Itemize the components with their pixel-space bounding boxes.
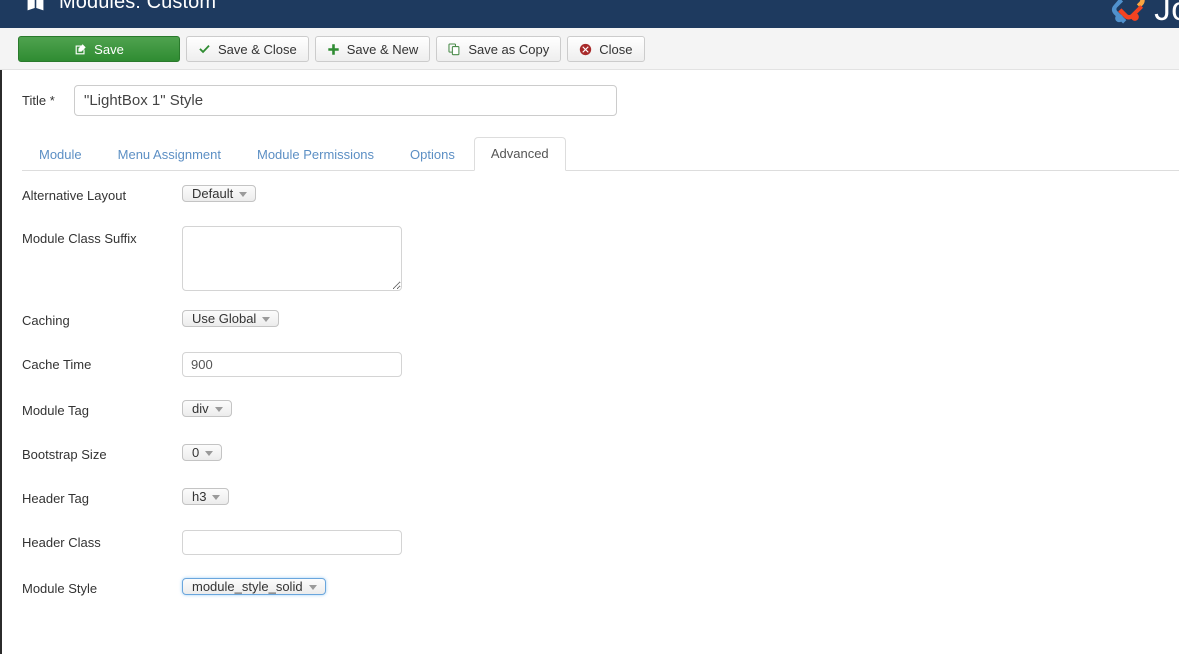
- caching-control: Use Global: [182, 308, 279, 330]
- module-style-control: module_style_solid: [182, 576, 326, 598]
- module-class-suffix-textarea[interactable]: [182, 226, 402, 291]
- close-circle-icon: [579, 43, 592, 56]
- module-style-select[interactable]: module_style_solid: [182, 578, 326, 595]
- save-and-new-label: Save & New: [347, 43, 419, 56]
- bootstrap-size-select[interactable]: 0: [182, 444, 222, 461]
- save-and-new-button[interactable]: Save & New: [315, 36, 431, 62]
- module-tag-label: Module Tag: [2, 398, 182, 417]
- joomla-brand: Joo: [1106, 0, 1179, 28]
- tab-options[interactable]: Options: [393, 138, 472, 171]
- cache-time-label: Cache Time: [2, 352, 182, 371]
- joomla-wordmark: Joo: [1154, 0, 1179, 28]
- field-header-class: Header Class: [2, 530, 1179, 555]
- page-title: Modules: Custom: [59, 0, 216, 14]
- save-and-close-button[interactable]: Save & Close: [186, 36, 309, 62]
- alternative-layout-control: Default: [182, 183, 256, 205]
- field-module-tag: Module Tag div: [2, 398, 1179, 420]
- plus-icon: [327, 43, 340, 56]
- editor-toolbar: Save Save & Close Save & New: [0, 28, 1179, 70]
- save-button-label: Save: [94, 43, 124, 56]
- bootstrap-size-label: Bootstrap Size: [2, 442, 182, 461]
- close-button-label: Close: [599, 43, 632, 56]
- header-tag-control: h3: [182, 486, 229, 508]
- bootstrap-size-control: 0: [182, 442, 222, 464]
- field-module-style: Module Style module_style_solid: [2, 576, 1179, 598]
- module-tag-select[interactable]: div: [182, 400, 232, 417]
- cache-time-control: [182, 352, 402, 377]
- title-field-row: Title *: [22, 85, 617, 116]
- alternative-layout-label: Alternative Layout: [2, 183, 182, 202]
- joomla-logo-icon: [1106, 0, 1148, 28]
- editor-content: Title * Module Menu Assignment Module Pe…: [0, 70, 1179, 654]
- caching-select[interactable]: Use Global: [182, 310, 279, 327]
- caching-label: Caching: [2, 308, 182, 327]
- field-bootstrap-size: Bootstrap Size 0: [2, 442, 1179, 464]
- field-module-class-suffix: Module Class Suffix: [2, 226, 1179, 291]
- header-tag-label: Header Tag: [2, 486, 182, 505]
- tab-module-permissions[interactable]: Module Permissions: [240, 138, 391, 171]
- advanced-settings-form: Alternative Layout Default Module Class …: [2, 183, 1179, 598]
- edit-square-icon: [74, 43, 87, 56]
- header-brand-group: Modules: Custom: [26, 0, 216, 14]
- module-style-label: Module Style: [2, 576, 182, 595]
- joomla-module-edit-page: Modules: Custom Joo: [0, 0, 1179, 654]
- alternative-layout-select[interactable]: Default: [182, 185, 256, 202]
- title-input[interactable]: [74, 85, 617, 116]
- module-tag-control: div: [182, 398, 232, 420]
- tab-module[interactable]: Module: [22, 138, 99, 171]
- save-as-copy-label: Save as Copy: [468, 43, 549, 56]
- save-button[interactable]: Save: [18, 36, 180, 62]
- module-class-suffix-label: Module Class Suffix: [2, 226, 182, 245]
- field-caching: Caching Use Global: [2, 308, 1179, 330]
- field-cache-time: Cache Time: [2, 352, 1179, 377]
- check-icon: [198, 43, 211, 56]
- field-alternative-layout: Alternative Layout Default: [2, 183, 1179, 205]
- save-as-copy-button[interactable]: Save as Copy: [436, 36, 561, 62]
- editor-tabs: Module Menu Assignment Module Permission…: [22, 133, 1179, 171]
- admin-header-bar: Modules: Custom Joo: [0, 0, 1179, 28]
- field-header-tag: Header Tag h3: [2, 486, 1179, 508]
- save-and-close-label: Save & Close: [218, 43, 297, 56]
- header-class-label: Header Class: [2, 530, 182, 549]
- module-cube-icon: [26, 0, 45, 12]
- title-label: Title *: [22, 93, 68, 108]
- module-class-suffix-control: [182, 226, 402, 291]
- header-tag-select[interactable]: h3: [182, 488, 229, 505]
- cache-time-input[interactable]: [182, 352, 402, 377]
- header-class-input[interactable]: [182, 530, 402, 555]
- tab-advanced[interactable]: Advanced: [474, 137, 566, 171]
- toolbar-button-group: Save Save & Close Save & New: [18, 36, 645, 62]
- close-button[interactable]: Close: [567, 36, 644, 62]
- copy-icon: [448, 43, 461, 56]
- tab-menu-assignment[interactable]: Menu Assignment: [101, 138, 238, 171]
- header-class-control: [182, 530, 402, 555]
